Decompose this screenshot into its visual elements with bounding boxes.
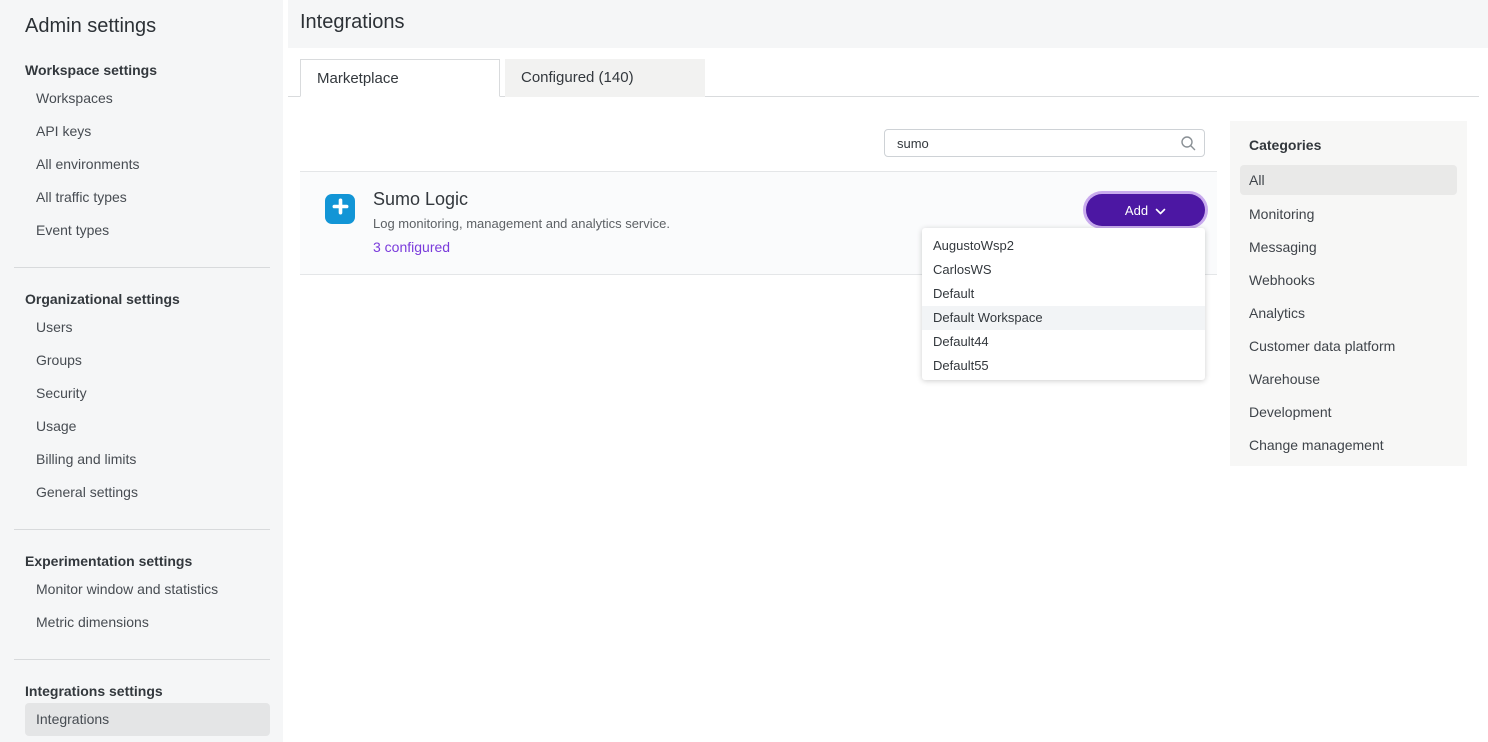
integration-name: Sumo Logic (373, 189, 468, 210)
categories-heading: Categories (1230, 133, 1467, 157)
category-change-management[interactable]: Change management (1230, 429, 1467, 462)
dropdown-item-default-workspace[interactable]: Default Workspace (922, 306, 1205, 330)
category-messaging[interactable]: Messaging (1230, 231, 1467, 264)
category-monitoring[interactable]: Monitoring (1230, 198, 1467, 231)
admin-settings-page: Admin settings Workspace settings Worksp… (0, 0, 1488, 742)
search-input[interactable] (884, 129, 1205, 157)
sumo-logic-logo (325, 194, 355, 224)
dropdown-item-augustowsp2[interactable]: AugustoWsp2 (922, 234, 1205, 258)
tab-configured[interactable]: Configured (140) (505, 59, 705, 97)
category-webhooks[interactable]: Webhooks (1230, 264, 1467, 297)
chevron-down-icon (1155, 203, 1166, 218)
sidebar-item-all-traffic-types[interactable]: All traffic types (0, 181, 283, 214)
sidebar-section-organizational-settings: Organizational settings (0, 287, 283, 311)
category-analytics[interactable]: Analytics (1230, 297, 1467, 330)
sidebar-item-groups[interactable]: Groups (0, 344, 283, 377)
category-all[interactable]: All (1240, 165, 1457, 195)
sidebar-item-api-keys[interactable]: API keys (0, 115, 283, 148)
sidebar-item-billing-and-limits[interactable]: Billing and limits (0, 443, 283, 476)
main-header: Integrations (288, 0, 1488, 48)
sidebar-item-general-settings[interactable]: General settings (0, 476, 283, 509)
tab-marketplace[interactable]: Marketplace (300, 59, 500, 97)
search-icon[interactable] (1180, 135, 1196, 156)
category-customer-data-platform[interactable]: Customer data platform (1230, 330, 1467, 363)
dropdown-item-default55[interactable]: Default55 (922, 354, 1205, 378)
categories-panel: Categories All Monitoring Messaging Webh… (1230, 121, 1467, 466)
sidebar-item-security[interactable]: Security (0, 377, 283, 410)
category-development[interactable]: Development (1230, 396, 1467, 429)
sidebar-item-users[interactable]: Users (0, 311, 283, 344)
dropdown-item-default44[interactable]: Default44 (922, 330, 1205, 354)
sidebar-section-integrations-settings: Integrations settings (0, 679, 283, 703)
admin-sidebar: Admin settings Workspace settings Worksp… (0, 0, 283, 742)
sidebar-item-event-types[interactable]: Event types (0, 214, 283, 247)
plus-icon (332, 198, 349, 220)
dropdown-item-carlosws[interactable]: CarlosWS (922, 258, 1205, 282)
sidebar-item-integrations[interactable]: Integrations (25, 703, 270, 736)
sidebar-item-usage[interactable]: Usage (0, 410, 283, 443)
integration-description: Log monitoring, management and analytics… (373, 216, 670, 231)
configured-count-link[interactable]: 3 configured (373, 239, 450, 255)
sidebar-item-monitor-window-and-statistics[interactable]: Monitor window and statistics (0, 573, 283, 606)
add-button-label: Add (1125, 203, 1148, 218)
sidebar-section-experimentation-settings: Experimentation settings (0, 549, 283, 573)
add-button[interactable]: Add (1086, 194, 1205, 226)
sidebar-item-workspaces[interactable]: Workspaces (0, 82, 283, 115)
sidebar-divider (14, 659, 270, 660)
tab-bar: Marketplace Configured (140) (288, 59, 1479, 97)
category-warehouse[interactable]: Warehouse (1230, 363, 1467, 396)
sidebar-item-metric-dimensions[interactable]: Metric dimensions (0, 606, 283, 639)
sidebar-section-workspace-settings: Workspace settings (0, 58, 283, 82)
search-box (884, 129, 1205, 157)
sidebar-divider (14, 267, 270, 268)
dropdown-item-default[interactable]: Default (922, 282, 1205, 306)
main-header-title: Integrations (300, 11, 405, 34)
page-title: Admin settings (0, 0, 283, 39)
sidebar-divider (14, 529, 270, 530)
workspace-dropdown-menu: AugustoWsp2 CarlosWS Default Default Wor… (922, 228, 1205, 380)
sidebar-item-all-environments[interactable]: All environments (0, 148, 283, 181)
